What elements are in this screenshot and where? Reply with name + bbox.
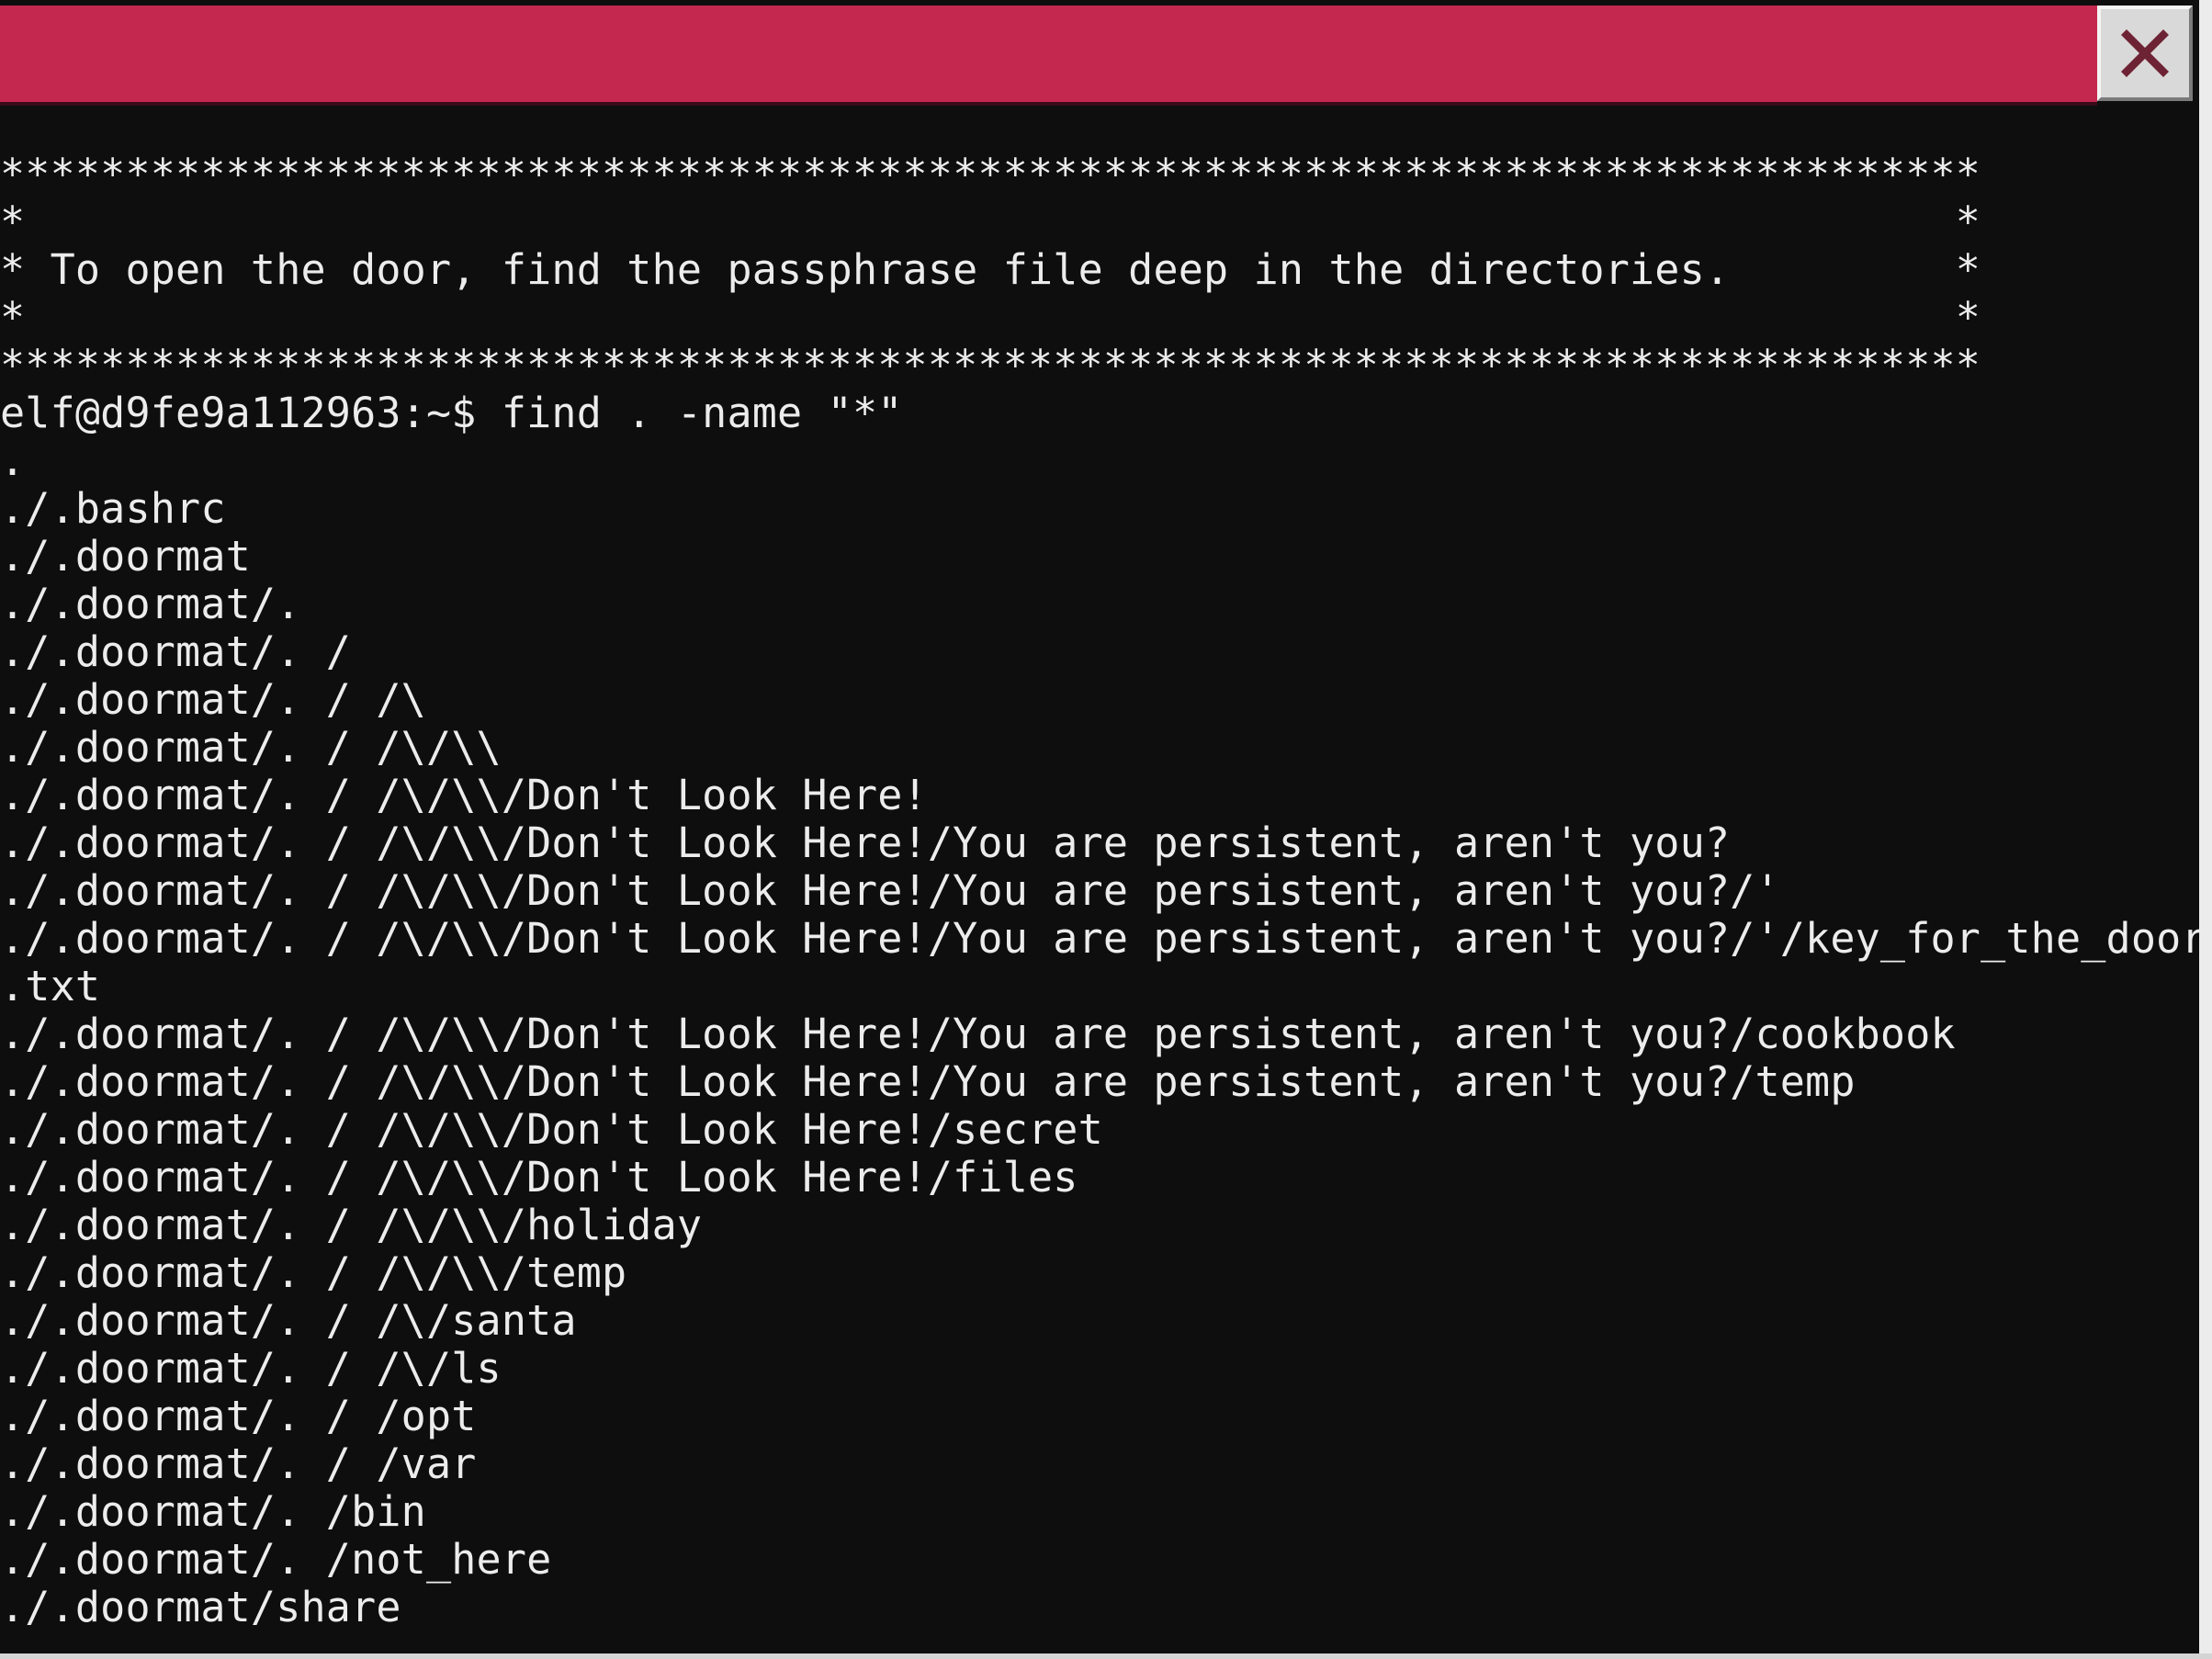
output-line: ./.doormat/. / /opt bbox=[0, 1392, 477, 1440]
output-line: ./.doormat/. / /\ bbox=[0, 675, 426, 724]
output-line: ./.doormat/. / /\/\\/Don't Look Here!/fi… bbox=[0, 1153, 1078, 1202]
output-line: ./.doormat/. / /var bbox=[0, 1439, 477, 1488]
output-line: ./.doormat/. /bin bbox=[0, 1487, 426, 1536]
window-right-border bbox=[2199, 0, 2212, 1659]
title-bar[interactable] bbox=[0, 6, 2097, 106]
output-line: . bbox=[0, 436, 26, 485]
output-line: ./.doormat/. / /\/\\/Don't Look Here!/Yo… bbox=[0, 866, 1780, 915]
output-line: ./.doormat/. / /\/\\/Don't Look Here!/Yo… bbox=[0, 914, 2199, 963]
output-line: ./.doormat/. bbox=[0, 580, 301, 628]
banner-top-border: ****************************************… bbox=[0, 151, 1981, 198]
output-line: ./.doormat bbox=[0, 532, 251, 581]
output-line: ./.doormat/. / /\/\\/Don't Look Here!/Yo… bbox=[0, 1057, 1856, 1106]
banner-bottom-border: ****************************************… bbox=[0, 341, 1981, 389]
output-line: ./.doormat/. / /\/\\ bbox=[0, 723, 502, 772]
output-line: .txt bbox=[0, 962, 101, 1010]
banner-blank-line: * * bbox=[0, 293, 1981, 342]
output-line: ./.doormat/. / /\/ls bbox=[0, 1344, 502, 1393]
close-button[interactable] bbox=[2097, 6, 2193, 101]
output-line: ./.doormat/. / /\/santa bbox=[0, 1296, 577, 1345]
command-prompt-line: elf@d9fe9a112963:~$ find . -name "*" bbox=[0, 389, 903, 437]
close-x-icon bbox=[2121, 29, 2169, 77]
banner-blank-line: * * bbox=[0, 198, 1981, 246]
terminal-window: ****************************************… bbox=[0, 0, 2212, 1659]
output-line: ./.doormat/. / /\/\\/temp bbox=[0, 1248, 627, 1297]
output-line: ./.doormat/. / bbox=[0, 627, 352, 676]
output-line: ./.doormat/. / /\/\\/Don't Look Here! bbox=[0, 771, 928, 819]
output-line: ./.doormat/. / /\/\\/Don't Look Here!/Yo… bbox=[0, 818, 1731, 867]
output-line: ./.doormat/. / /\/\\/holiday bbox=[0, 1201, 703, 1249]
banner-message: * To open the door, find the passphrase … bbox=[0, 245, 1981, 294]
output-line: ./.doormat/. / /\/\\/Don't Look Here!/Yo… bbox=[0, 1010, 1956, 1058]
output-line: ./.doormat/share bbox=[0, 1583, 401, 1631]
window-bottom-border bbox=[0, 1653, 2212, 1659]
terminal-output[interactable]: ****************************************… bbox=[0, 151, 2199, 1653]
output-line: ./.doormat/. / /\/\\/Don't Look Here!/se… bbox=[0, 1105, 1103, 1154]
output-line: ./.bashrc bbox=[0, 484, 226, 533]
output-line: ./.doormat/. /not_here bbox=[0, 1535, 552, 1584]
